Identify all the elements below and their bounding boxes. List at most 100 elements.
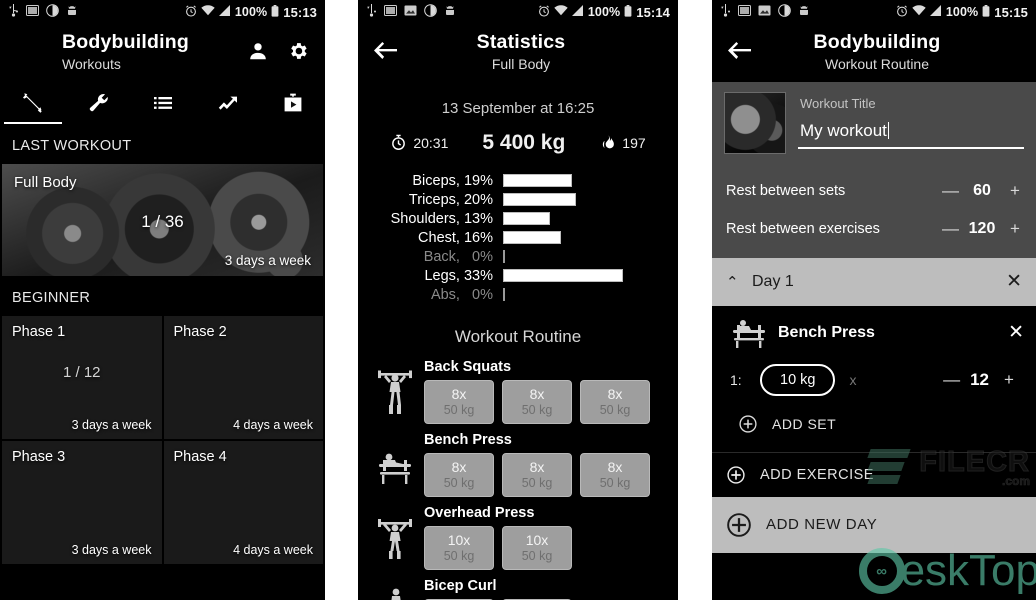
add-new-day-button[interactable]: ADD NEW DAY [712,496,1036,553]
status-bar: 100% 15:13 [0,0,325,24]
back-arrow-icon[interactable] [368,30,402,60]
workout-title-block: Workout Title My workout [712,81,1036,168]
exercise-header: Bench Press ✕ [724,316,1024,350]
desktop-logo-mark: ∞ [858,548,905,594]
rest-between-sets-stepper: — 60 + [942,181,1022,201]
set-chip[interactable]: 8x 50 kg [580,379,650,424]
image-icon [758,5,771,19]
set-reps: 8x [529,386,545,403]
reps-stepper: — 12 + [943,370,1022,390]
rest-between-sets-row: Rest between sets — 60 + [712,172,1036,210]
chart-row-label: Chest, 16% [418,229,493,246]
tab-workouts[interactable] [0,82,65,124]
phase-card-name: Phase 3 [12,448,66,465]
do-not-disturb-icon [778,4,791,20]
chart-row: Biceps, 19% [358,173,678,189]
decrement-button[interactable]: — [942,181,959,201]
session-duration-value: 20:31 [413,134,449,151]
session-volume-value: 5 400 kg [482,130,566,154]
phase-card-progress: 1 / 12 [62,363,101,381]
back-arrow-icon[interactable] [722,30,756,60]
chart-row-label: Biceps, 19% [412,172,493,189]
battery-icon [271,4,279,20]
status-bar-left-icons [8,4,78,20]
set-chip[interactable]: 8x 50 kg [424,379,494,424]
set-chip[interactable]: 8x 50 kg [580,452,650,497]
add-exercise-button[interactable]: ADD EXERCISE [712,453,1036,497]
bench-press-icon [724,316,778,350]
day-header[interactable]: ⌃ Day 1 ✕ [712,257,1036,306]
phase-card[interactable]: Phase 3 3 days a week [2,440,162,564]
phone-screen-statistics: 100% 15:14 Statistics Full Body 13 Septe… [358,0,678,600]
chevron-up-icon[interactable]: ⌃ [726,273,744,291]
routine-exercise-body: Bench Press 8x 50 kg 8x 50 kg 8x 50 kg [424,432,668,497]
tab-exercises[interactable] [130,82,195,124]
chart-bar [503,212,550,226]
do-not-disturb-icon [46,4,59,20]
image-icon [404,5,417,19]
decrement-button[interactable]: — [942,219,959,239]
remove-exercise-icon[interactable]: ✕ [1008,321,1024,344]
set-chip[interactable]: 10x 50 kg [502,525,572,570]
add-new-day-label: ADD NEW DAY [766,516,878,534]
set-index: 1: [730,371,742,388]
add-set-button[interactable]: ADD SET [724,402,1024,446]
battery-icon [624,4,632,20]
routine-exercise-body: Overhead Press 10x 50 kg 10x 50 kg [424,505,668,570]
routine-exercise-body: Back Squats 8x 50 kg 8x 50 kg 8x 50 kg [424,359,668,424]
section-label-beginner: BEGINNER [12,289,91,306]
set-chip[interactable]: 8x 50 kg [424,452,494,497]
reps-value: 12 [970,369,989,389]
chart-row-label: Triceps, 20% [408,191,493,208]
battery-icon [982,4,990,20]
squat-figure-icon [366,359,424,424]
set-chip[interactable]: 8x 50 kg [502,379,572,424]
signal-icon [218,5,231,19]
android-icon [798,5,810,20]
routine-exercise: Overhead Press 10x 50 kg 10x 50 kg [358,505,678,578]
session-calories: 197 [599,134,646,151]
list-icon [153,96,172,109]
increment-button[interactable]: + [1008,181,1022,201]
set-weight: 50 kg [521,549,553,564]
phase-card[interactable]: Phase 1 1 / 12 3 days a week [2,315,162,439]
set-chip[interactable]: 10x 50 kg [424,525,494,570]
rest-between-exercises-stepper: — 120 + [942,219,1022,239]
routine-set-row: 8x 50 kg 8x 50 kg 8x 50 kg [424,452,668,497]
tab-videos[interactable] [260,82,325,124]
session-summary: 20:31 5 400 kg 197 [358,131,678,171]
close-icon[interactable]: ✕ [1006,270,1022,293]
signal-icon [929,5,942,19]
phase-card[interactable]: Phase 2 4 days a week [163,315,323,439]
android-icon [66,5,78,20]
set-chip[interactable]: 8x 50 kg [502,452,572,497]
phase-card-frequency: 4 days a week [233,417,313,432]
set-weight: 50 kg [599,476,631,491]
workout-thumbnail[interactable] [724,91,786,154]
set-weight: 50 kg [443,403,475,418]
workout-title-label: Workout Title [800,95,876,111]
set-weight: 50 kg [521,476,553,491]
decrement-reps-button[interactable]: — [943,370,960,390]
phone-screen-workouts: 100% 15:13 Bodybuilding Workouts LAST WO… [0,0,325,600]
gear-icon[interactable] [287,40,309,62]
usb-icon [720,4,731,20]
last-workout-card[interactable]: Full Body 1 / 36 3 days a week [2,163,323,276]
chart-row-label: Abs, 0% [430,286,493,303]
person-icon[interactable] [247,40,269,62]
chart-row: Chest, 16% [358,230,678,246]
set-weight: 50 kg [521,403,553,418]
phase-card-frequency: 3 days a week [71,417,152,432]
phase-card[interactable]: Phase 4 4 days a week [163,440,323,564]
set-weight-input[interactable]: 10 kg [760,363,836,396]
increment-button[interactable]: + [1008,219,1022,239]
page-subtitle: Full Body [491,56,551,73]
increment-reps-button[interactable]: + [1002,370,1016,390]
workout-title-input[interactable]: My workout [798,111,1024,149]
chart-bar [503,269,623,283]
routine-exercise: Bicep Curl 10x 50 kg 10x 50 kg [358,578,678,600]
tab-tools[interactable] [65,82,130,124]
battery-percent: 100% [945,5,979,19]
tab-progress[interactable] [195,82,260,124]
set-reps: 8x [451,386,467,403]
